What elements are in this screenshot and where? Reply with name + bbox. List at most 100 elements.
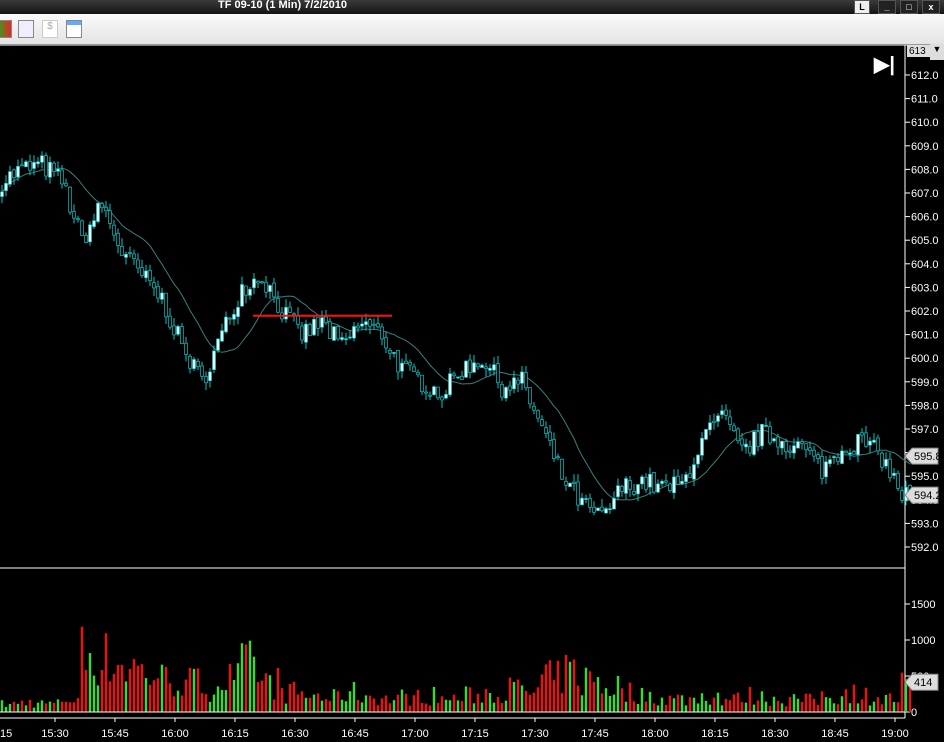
price-tick-label: 611.0 (911, 94, 938, 106)
minimize-button[interactable]: _ (878, 0, 896, 14)
candle-body (864, 432, 868, 447)
candle-body (224, 316, 228, 333)
volume-bar (392, 700, 396, 712)
candle-body (772, 438, 776, 442)
candle-body (876, 437, 880, 452)
volume-bar (28, 699, 32, 712)
volume-bar (456, 700, 460, 712)
indicator-icon[interactable] (18, 20, 34, 38)
toolbar: $ (0, 14, 944, 45)
data-box-icon[interactable] (66, 20, 82, 38)
volume-bar (320, 700, 324, 712)
candle-body (516, 379, 520, 385)
candle-body (24, 161, 28, 168)
volume-bar (448, 700, 452, 712)
volume-bar (452, 694, 456, 712)
candle-body (20, 164, 24, 167)
volume-bar (600, 693, 604, 712)
candle-body (300, 325, 304, 341)
candle-body (284, 307, 288, 320)
candle-body (212, 350, 216, 371)
time-tick-label: 18:30 (761, 728, 789, 740)
candle-body (668, 483, 672, 491)
volume-bar (36, 702, 40, 712)
volume-bar (0, 700, 4, 712)
candle-body (264, 281, 268, 293)
candle-body (580, 497, 584, 506)
volume-bar (84, 669, 88, 712)
close-button[interactable]: x (922, 0, 940, 14)
volume-bar (340, 699, 344, 712)
volume-bar (580, 695, 584, 712)
volume-bar (100, 670, 104, 712)
candle-body (232, 314, 236, 320)
volume-bar (432, 686, 436, 712)
candle-body (352, 326, 356, 339)
candle-body (868, 440, 872, 446)
candle-body (448, 373, 452, 396)
candle-body (40, 155, 44, 163)
candle-body (604, 508, 608, 514)
volume-bar (176, 690, 180, 712)
volume-bar (836, 704, 840, 712)
candle-body (116, 232, 120, 246)
candle-body (380, 326, 384, 340)
candle-body (56, 168, 60, 172)
volume-bar (772, 696, 776, 712)
volume-bar (240, 643, 244, 712)
candle-body (468, 359, 472, 374)
candle-body (160, 292, 164, 300)
candle-body (88, 224, 92, 243)
candle-body (184, 342, 188, 355)
dollar-icon[interactable]: $ (42, 20, 58, 38)
candle-body (804, 443, 808, 451)
time-tick-label: 16:15 (221, 728, 249, 740)
volume-bar (252, 656, 256, 712)
volume-bar (192, 668, 196, 712)
candle-body (532, 405, 536, 411)
candle-body (164, 292, 168, 318)
candle-body (460, 375, 464, 380)
volume-bar (352, 681, 356, 712)
volume-bar (44, 703, 48, 712)
axis-dropdown-icon[interactable]: ▼ (930, 44, 944, 60)
volume-bar (304, 697, 308, 712)
volume-bar (676, 694, 680, 712)
volume-bar (788, 696, 792, 712)
candle-body (780, 440, 784, 449)
candle-body (720, 410, 724, 415)
candle-body (588, 498, 592, 508)
volume-bar (464, 686, 468, 712)
candle-body (888, 458, 892, 479)
candle-body (596, 507, 600, 511)
volume-bar (536, 687, 540, 712)
candle-body (100, 203, 104, 209)
candle-body (884, 459, 888, 467)
volume-bar (316, 693, 320, 712)
candlestick-icon[interactable] (0, 20, 12, 38)
candle-body (692, 464, 696, 480)
candle-body (840, 450, 844, 464)
candle-body (860, 432, 864, 436)
candle-body (128, 252, 132, 254)
volume-bar (236, 663, 240, 712)
maximize-button[interactable]: □ (900, 0, 918, 14)
volume-bar (408, 705, 412, 712)
time-tick-label: 18:15 (701, 728, 729, 740)
scroll-to-end-icon[interactable]: ▶| (874, 52, 895, 77)
candle-body (524, 372, 528, 389)
link-button[interactable]: L (854, 0, 870, 14)
price-chart[interactable]: 612.0 611.0 610.0 609.0 608.0 607.0 606.0 605.0… (0, 45, 944, 742)
price-tick-label: 601.0 (911, 330, 939, 342)
candle-body (304, 323, 308, 343)
candle-body (236, 307, 240, 318)
volume-bar (200, 693, 204, 712)
candle-body (136, 259, 140, 269)
candle-body (836, 457, 840, 462)
volume-bar (556, 660, 560, 712)
volume-bar (892, 701, 896, 712)
candle-body (724, 409, 728, 416)
candle-body (12, 169, 16, 179)
volume-bar (780, 703, 784, 712)
volume-bar (632, 701, 636, 712)
